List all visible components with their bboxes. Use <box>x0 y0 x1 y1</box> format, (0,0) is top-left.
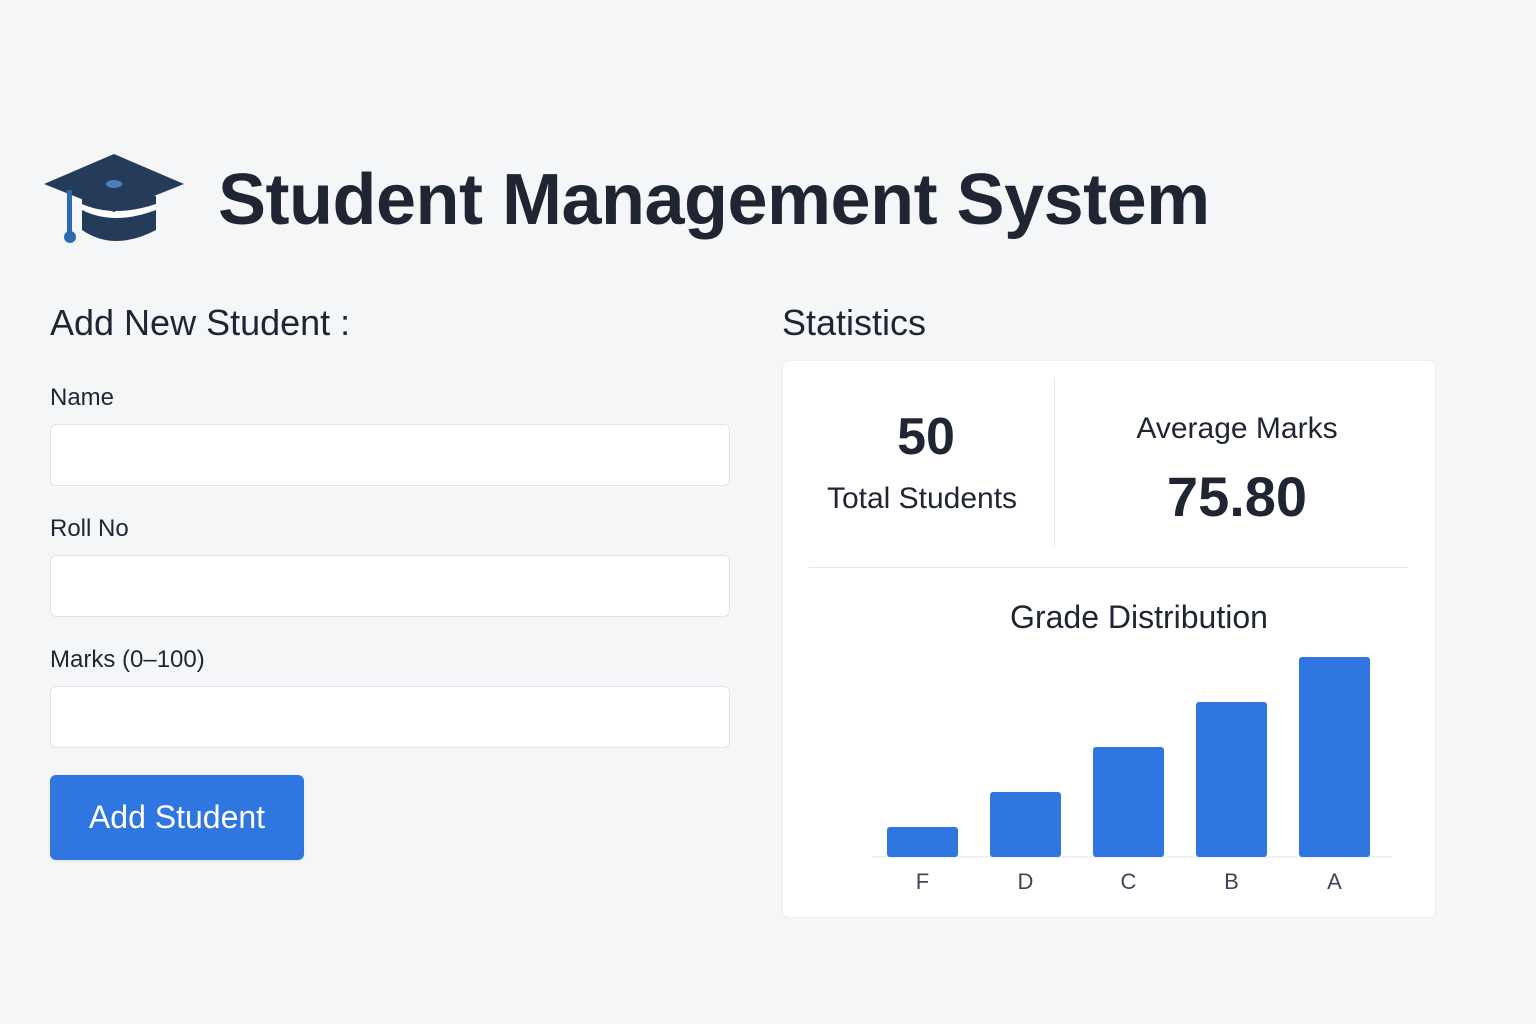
marks-input[interactable] <box>50 686 730 748</box>
form-heading: Add New Student : <box>50 302 351 343</box>
tick-label-b: B <box>1224 869 1239 894</box>
bar-b <box>1196 702 1267 857</box>
total-students-value: 50 <box>897 408 955 466</box>
grade-distribution-chart: FDCBA <box>871 657 1393 894</box>
card-divider <box>809 567 1409 568</box>
tick-label-a: A <box>1327 869 1342 894</box>
roll-no-label: Roll No <box>50 515 129 542</box>
chart-title: Grade Distribution <box>1010 599 1268 635</box>
average-marks-value: 75.80 <box>1166 465 1308 528</box>
graduation-cap-icon <box>44 154 184 243</box>
statistics-card: 50 Total Students Average Marks 75.80 Gr… <box>782 360 1436 918</box>
total-students-stat: 50 Total Students <box>783 361 1055 566</box>
tick-label-f: F <box>916 869 929 894</box>
name-label: Name <box>50 384 115 411</box>
page-title: Student Management System <box>218 160 1210 240</box>
statistics-heading: Statistics <box>782 302 927 343</box>
average-marks-label: Average Marks <box>1136 412 1338 445</box>
total-students-label: Total Students <box>826 482 1018 515</box>
bar-c <box>1093 747 1164 857</box>
tick-label-c: C <box>1121 869 1137 894</box>
bar-f <box>887 827 958 857</box>
name-input[interactable] <box>50 424 730 486</box>
roll-no-input[interactable] <box>50 555 730 617</box>
bar-d <box>990 792 1061 857</box>
add-student-button[interactable]: Add Student <box>50 775 304 860</box>
tick-label-d: D <box>1018 869 1034 894</box>
app-header: Student Management System <box>42 150 1210 250</box>
bar-a <box>1299 657 1370 857</box>
marks-label: Marks (0–100) <box>50 646 205 673</box>
add-student-form: Add New Student : Name Roll No Marks (0–… <box>50 300 732 860</box>
